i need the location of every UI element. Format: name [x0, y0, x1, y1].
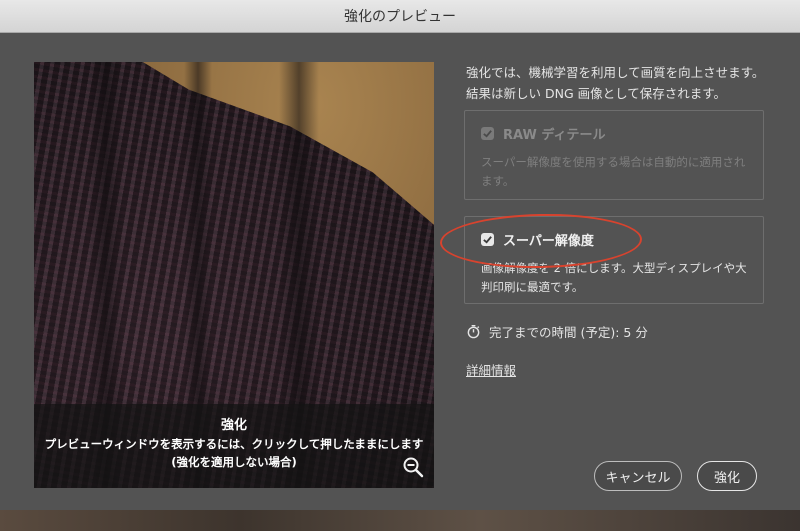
window-title: 強化のプレビュー: [344, 9, 456, 25]
raw-details-description: スーパー解像度を使用する場合は自動的に適用されます。: [481, 155, 746, 188]
learn-more-link[interactable]: 詳細情報: [466, 360, 516, 379]
overlay-note: (強化を適用しない場合): [171, 455, 297, 469]
overlay-instruction: プレビューウィンドウを表示するには、クリックして押したままにします: [44, 437, 424, 451]
checkmark-icon: [483, 130, 492, 138]
preview-overlay: 強化 プレビューウィンドウを表示するには、クリックして押したままにします (強化…: [34, 404, 434, 488]
enhance-button[interactable]: 強化: [697, 461, 757, 491]
raw-details-option: RAW ディテール スーパー解像度を使用する場合は自動的に適用されます。: [464, 110, 764, 200]
enhance-preview-dialog: 強化のプレビュー 強化 プレビューウィンドウを表示するには、クリックして押したま…: [0, 0, 800, 531]
estimated-time: 完了までの時間 (予定): 5 分: [466, 322, 648, 341]
overlay-title: 強化: [220, 418, 247, 433]
zoom-out-icon[interactable]: [402, 456, 424, 478]
raw-details-label: RAW ディテール: [503, 128, 606, 143]
background-window-strip: [0, 510, 800, 531]
cancel-button[interactable]: キャンセル: [594, 461, 682, 491]
enhance-description: 強化では、機械学習を利用して画質を向上させます。結果は新しい DNG 画像として…: [466, 65, 765, 101]
window-titlebar: 強化のプレビュー: [0, 0, 800, 33]
stopwatch-icon: [467, 324, 480, 339]
raw-details-checkbox: [481, 127, 494, 140]
preview-image[interactable]: 強化 プレビューウィンドウを表示するには、クリックして押したままにします (強化…: [34, 62, 434, 488]
estimated-time-text: 完了までの時間 (予定): 5 分: [489, 325, 648, 340]
